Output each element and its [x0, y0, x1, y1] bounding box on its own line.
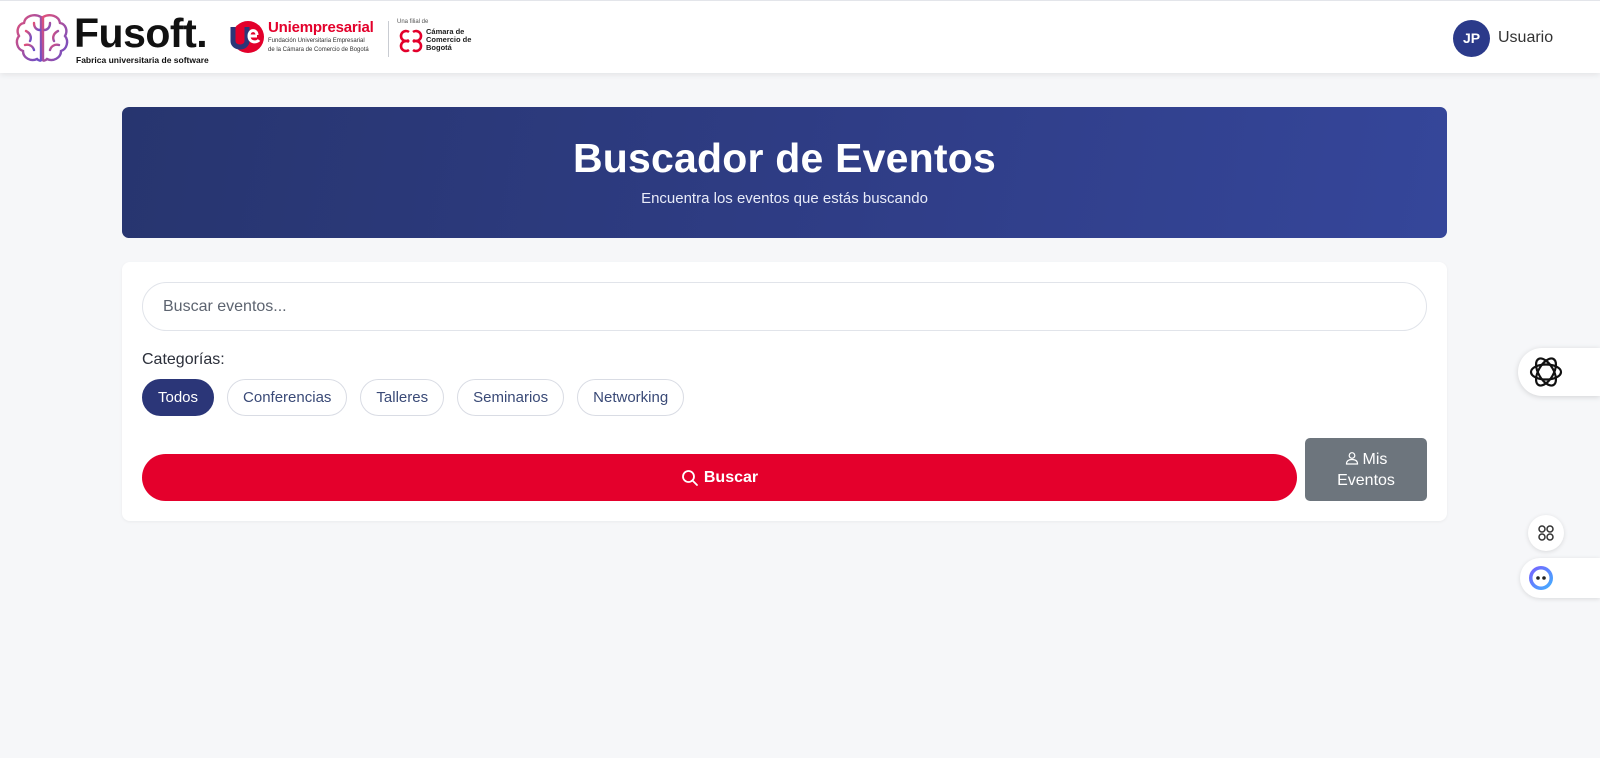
user-menu[interactable]: JP Usuario [1453, 19, 1553, 57]
partner-subtitle-1: Fundación Universitaria Empresarial [268, 38, 365, 44]
ccb-logo: Una filial de Cámara de Comercio de Bogo… [397, 19, 487, 61]
uniempresarial-mark-icon [230, 21, 264, 53]
search-icon [681, 469, 698, 486]
category-chip-todos[interactable]: Todos [142, 379, 215, 416]
avatar[interactable]: JP [1453, 19, 1490, 57]
search-card: Categorías: Todos Conferencias Talleres … [122, 262, 1447, 521]
assistant-widget[interactable] [1520, 558, 1600, 598]
assistant-icon [1529, 566, 1553, 590]
brain-icon [15, 14, 69, 62]
page-subtitle: Encuentra los eventos que estás buscando [641, 190, 928, 207]
page-title: Buscador de Eventos [572, 135, 997, 181]
uniempresarial-logo: Uniempresarial Fundación Universitaria E… [226, 17, 386, 61]
chatgpt-icon [1529, 357, 1563, 387]
category-chip-seminarios[interactable]: Seminarios [457, 379, 565, 416]
category-chip-conferencias[interactable]: Conferencias [227, 379, 348, 416]
partner-subtitle-2: de la Cámara de Comercio de Bogotá [268, 47, 369, 53]
brand-tagline: Fabrica universitaria de software [76, 55, 209, 65]
my-events-button[interactable]: Mis Eventos [1305, 438, 1427, 501]
category-chip-networking[interactable]: Networking [577, 379, 685, 416]
apps-widget[interactable] [1528, 515, 1564, 551]
hero-banner: Buscador de Eventos Encuentra los evento… [122, 107, 1447, 238]
partner-name: Uniempresarial [268, 19, 374, 36]
categories-label: Categorías: [142, 351, 225, 368]
ccb-mark-icon [399, 29, 423, 53]
affiliate-note: Una filial de [397, 19, 429, 25]
chatgpt-widget[interactable] [1518, 348, 1600, 396]
affiliate-name: Cámara de Comercio de Bogotá [426, 27, 472, 52]
search-button[interactable]: Buscar [142, 454, 1297, 501]
user-label[interactable]: Usuario [1498, 29, 1553, 47]
brand-name: Fusoft. [74, 10, 208, 56]
fusoft-logo[interactable]: Fusoft. Fabrica universitaria de softwar… [14, 10, 210, 67]
search-input[interactable] [142, 282, 1427, 331]
apps-icon [1538, 525, 1554, 541]
category-chips: Todos Conferencias Talleres Seminarios N… [142, 379, 685, 416]
category-chip-talleres[interactable]: Talleres [360, 379, 445, 416]
search-button-label: Buscar [703, 468, 759, 486]
top-navbar: Fusoft. Fabrica universitaria de softwar… [0, 0, 1600, 73]
user-icon [1345, 451, 1358, 465]
logo-divider [388, 21, 389, 57]
